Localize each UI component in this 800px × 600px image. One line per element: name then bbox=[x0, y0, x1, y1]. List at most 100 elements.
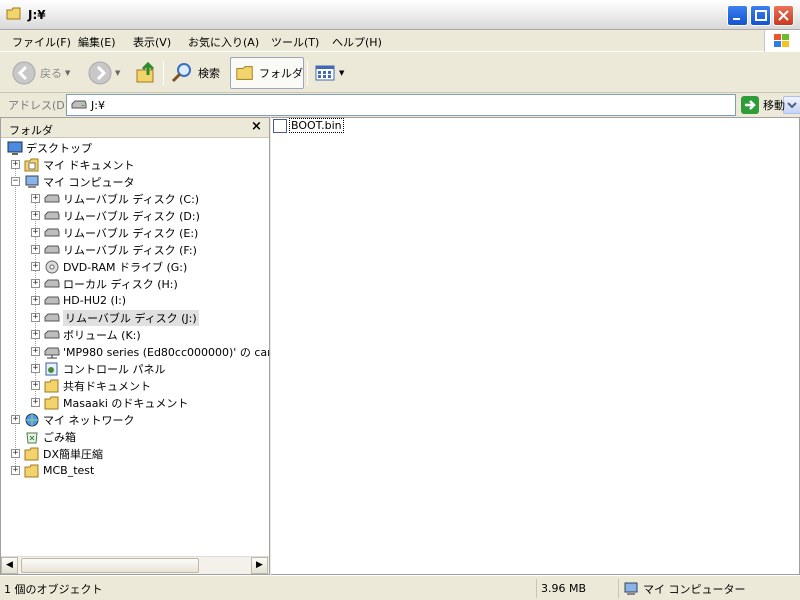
horizontal-scrollbar[interactable]: ◀ ▶ bbox=[1, 556, 269, 574]
tree-item-label: HD-HU2 (I:) bbox=[63, 294, 127, 307]
tree-item-drive-c[interactable]: + リムーバブル ディスク (C:) bbox=[31, 190, 199, 207]
search-button[interactable]: 検索 bbox=[170, 57, 220, 89]
tree-item-drive-i[interactable]: + HD-HU2 (I:) bbox=[31, 292, 126, 309]
go-arrow-icon bbox=[741, 96, 759, 114]
folder-icon bbox=[6, 7, 21, 20]
expand-icon[interactable]: + bbox=[31, 228, 40, 237]
back-label: 戻る bbox=[40, 67, 62, 80]
windows-logo bbox=[764, 30, 800, 52]
tree-item-network-share[interactable]: + 'MP980 series (Ed80cc000000)' の canon bbox=[31, 343, 269, 360]
up-button[interactable] bbox=[134, 57, 158, 89]
tree-item-drive-f[interactable]: + リムーバブル ディスク (F:) bbox=[31, 241, 197, 258]
tree-item-label: リムーバブル ディスク (E:) bbox=[63, 226, 199, 240]
drive-icon bbox=[44, 294, 60, 308]
tree-item-drive-h[interactable]: + ローカル ディスク (H:) bbox=[31, 275, 178, 292]
folder-pane-close-button[interactable]: × bbox=[251, 119, 262, 134]
expand-icon[interactable]: + bbox=[31, 330, 40, 339]
expand-icon[interactable]: + bbox=[11, 160, 20, 169]
forward-dropdown-icon[interactable]: ▼ bbox=[115, 69, 120, 77]
collapse-icon[interactable]: − bbox=[11, 177, 20, 186]
search-label: 検索 bbox=[198, 67, 220, 80]
scroll-thumb[interactable] bbox=[21, 558, 199, 573]
tree-item-label: デスクトップ bbox=[26, 141, 92, 155]
menu-tools[interactable]: ツール(T) bbox=[271, 34, 319, 50]
views-dropdown-icon[interactable]: ▼ bbox=[339, 69, 344, 77]
expand-icon[interactable]: + bbox=[11, 466, 20, 475]
tree-item-drive-d[interactable]: + リムーバブル ディスク (D:) bbox=[31, 207, 200, 224]
tree-item-mcb-test[interactable]: + MCB_test bbox=[11, 462, 94, 479]
expand-icon[interactable]: + bbox=[31, 262, 40, 271]
tree-item-label: DX簡単圧縮 bbox=[43, 447, 104, 461]
menu-view[interactable]: 表示(V) bbox=[133, 34, 171, 50]
expand-icon[interactable]: + bbox=[31, 279, 40, 288]
expand-icon[interactable]: + bbox=[31, 364, 40, 373]
back-dropdown-icon[interactable]: ▼ bbox=[65, 69, 70, 77]
address-input[interactable]: J:¥ bbox=[66, 94, 800, 116]
maximize-button[interactable] bbox=[750, 5, 771, 26]
folder-icon bbox=[44, 379, 60, 393]
expand-icon[interactable]: + bbox=[31, 296, 40, 305]
back-arrow-icon bbox=[12, 61, 36, 85]
address-dropdown-button[interactable] bbox=[783, 96, 800, 114]
tree-item-label: マイ ネットワーク bbox=[43, 413, 135, 427]
go-button[interactable]: 移動 bbox=[741, 96, 785, 114]
minimize-button[interactable] bbox=[727, 5, 748, 26]
expand-icon[interactable]: + bbox=[31, 381, 40, 390]
tree-item-my-network[interactable]: + マイ ネットワーク bbox=[11, 411, 135, 428]
tree-item-drive-e[interactable]: + リムーバブル ディスク (E:) bbox=[31, 224, 198, 241]
expand-icon[interactable]: + bbox=[31, 245, 40, 254]
expand-icon[interactable]: + bbox=[31, 398, 40, 407]
tree-item-label: ローカル ディスク (H:) bbox=[63, 277, 178, 291]
toolbar-separator bbox=[163, 61, 164, 85]
tree-item-label: マイ コンピュータ bbox=[43, 175, 135, 189]
minimize-icon bbox=[733, 18, 740, 20]
tree-item-label: リムーバブル ディスク (C:) bbox=[63, 192, 200, 206]
tree-item-drive-g[interactable]: + DVD-RAM ドライブ (G:) bbox=[31, 258, 187, 275]
drive-icon bbox=[44, 277, 60, 291]
forward-arrow-icon bbox=[88, 61, 112, 85]
status-location-label: マイ コンピューター bbox=[643, 582, 746, 596]
forward-button[interactable]: ▼ bbox=[88, 57, 120, 89]
search-icon bbox=[171, 63, 191, 83]
menu-help[interactable]: ヘルプ(H) bbox=[332, 34, 382, 50]
expand-icon[interactable]: + bbox=[31, 211, 40, 220]
file-name: BOOT.bin bbox=[289, 118, 344, 133]
tree-item-dx-compress[interactable]: + DX簡単圧縮 bbox=[11, 445, 103, 462]
menu-file[interactable]: ファイル(F) bbox=[12, 34, 71, 50]
folders-icon bbox=[236, 66, 253, 80]
tree-item-shared-documents[interactable]: + 共有ドキュメント bbox=[31, 377, 151, 394]
network-icon bbox=[24, 413, 40, 427]
folder-icon bbox=[24, 464, 40, 478]
address-bar: アドレス(D) J:¥ 移動 bbox=[0, 94, 800, 116]
menu-favorites[interactable]: お気に入り(A) bbox=[188, 34, 259, 50]
back-button[interactable]: 戻る ▼ bbox=[12, 57, 70, 89]
folders-button[interactable]: フォルダ bbox=[230, 57, 304, 89]
go-label: 移動 bbox=[763, 99, 785, 112]
tree-item-control-panel[interactable]: + コントロール パネル bbox=[31, 360, 166, 377]
expand-icon[interactable]: + bbox=[31, 194, 40, 203]
expand-icon[interactable]: + bbox=[11, 415, 20, 424]
expand-icon[interactable]: + bbox=[31, 347, 40, 356]
expand-icon[interactable]: + bbox=[11, 449, 20, 458]
scroll-right-button[interactable]: ▶ bbox=[251, 557, 268, 574]
drive-icon bbox=[44, 311, 60, 325]
tree-item-my-computer[interactable]: − マイ コンピュータ bbox=[11, 173, 135, 190]
tree-item-my-documents[interactable]: + マイ ドキュメント bbox=[11, 156, 135, 173]
close-button[interactable] bbox=[773, 5, 794, 26]
tree-item-recycle-bin[interactable]: ごみ箱 bbox=[24, 428, 76, 445]
scroll-left-button[interactable]: ◀ bbox=[1, 557, 18, 574]
tree-item-user-documents[interactable]: + Masaaki のドキュメント bbox=[31, 394, 188, 411]
tree-item-desktop[interactable]: デスクトップ bbox=[7, 139, 92, 156]
title-bar: J:¥ bbox=[0, 0, 800, 30]
tree-item-drive-k[interactable]: + ボリューム (K:) bbox=[31, 326, 141, 343]
menu-edit[interactable]: 編集(E) bbox=[78, 34, 116, 50]
tree-item-label: MCB_test bbox=[43, 464, 95, 477]
file-item[interactable]: BOOT.bin bbox=[273, 118, 344, 133]
views-button[interactable]: ▼ bbox=[314, 57, 344, 89]
file-icon bbox=[273, 118, 287, 133]
tree-item-label: DVD-RAM ドライブ (G:) bbox=[63, 260, 188, 274]
tree-item-drive-j[interactable]: + リムーバブル ディスク (J:) bbox=[31, 309, 199, 326]
expand-icon[interactable]: + bbox=[31, 313, 40, 322]
file-list-pane[interactable]: BOOT.bin bbox=[271, 117, 800, 575]
address-value: J:¥ bbox=[91, 99, 105, 112]
